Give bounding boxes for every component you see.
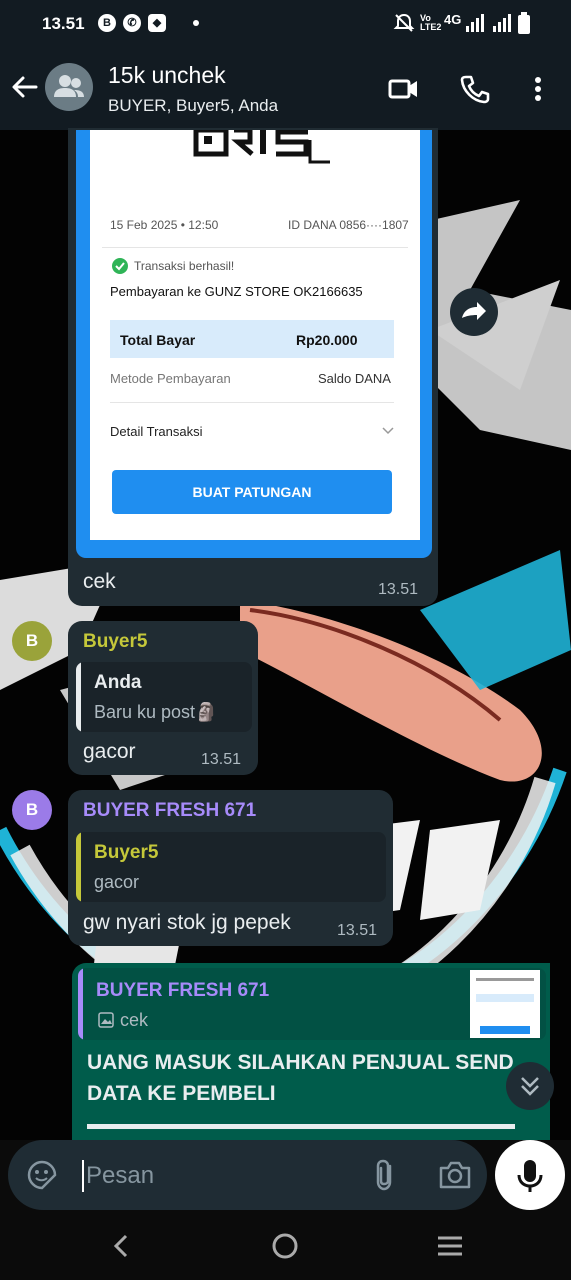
image-icon — [98, 1012, 114, 1028]
group-avatar[interactable] — [45, 63, 93, 111]
receipt-date: 15 Feb 2025 • 12:50 — [110, 218, 219, 232]
more-options-icon[interactable] — [521, 72, 555, 106]
total-value: Rp20.000 — [296, 332, 358, 348]
image-caption: cek — [83, 570, 116, 593]
back-arrow-icon[interactable] — [10, 72, 40, 102]
network-type: 4G — [444, 12, 462, 27]
message-text: UANG MASUK SILAHKAN PENJUAL SEND DATA KE… — [87, 1051, 514, 1105]
quote-bar — [78, 968, 83, 1040]
thumb-line — [476, 978, 534, 981]
quote-bar — [76, 662, 81, 732]
voice-message-button[interactable] — [495, 1140, 565, 1210]
b-notification-icon: B — [98, 14, 116, 32]
nav-back-icon[interactable] — [108, 1232, 136, 1260]
status-bar: 13.51 B ✆ ◆ Vo LTE2 4G — [0, 0, 571, 48]
divider — [110, 402, 394, 403]
quote-bar — [76, 832, 81, 902]
mute-bell-icon — [393, 13, 415, 32]
message-input[interactable] — [82, 1160, 342, 1192]
quoted-image-thumbnail — [470, 970, 540, 1038]
message-time: 13.51 — [337, 922, 378, 939]
thumb-button — [480, 1026, 530, 1034]
chat-title[interactable]: 15k unchek — [108, 62, 226, 89]
system-nav-bar — [0, 1210, 571, 1280]
voice-call-icon[interactable] — [458, 72, 492, 106]
notification-dot — [193, 20, 199, 26]
receipt-dana-id: ID DANA 0856····1807 — [288, 218, 409, 232]
chevron-down-icon — [382, 427, 394, 435]
sticker-icon[interactable] — [26, 1159, 58, 1191]
quoted-text: cek — [120, 1010, 149, 1030]
message-compose-bar — [8, 1140, 487, 1210]
chat-screen: 13.51 B ✆ ◆ Vo LTE2 4G 15k unchek BUYER,… — [0, 0, 571, 1280]
thumb-row — [476, 994, 534, 1002]
signal-icon-1 — [466, 14, 484, 32]
quoted-message[interactable]: BUYER FRESH 671 cek — [78, 968, 546, 1040]
quoted-text: Baru ku post🗿 — [94, 702, 218, 722]
message-time: 13.51 — [378, 581, 419, 598]
status-time: 13.51 — [42, 14, 85, 33]
receipt-status: Transaksi berhasil! — [134, 259, 235, 273]
payment-receipt-image[interactable]: 15 Feb 2025 • 12:50 ID DANA 0856····1807… — [76, 130, 432, 558]
quoted-sender: Anda — [94, 672, 142, 693]
total-label: Total Bayar — [120, 332, 196, 348]
quoted-text: gacor — [94, 872, 140, 892]
message-time: 13.51 — [201, 751, 242, 768]
quoted-sender: BUYER FRESH 671 — [96, 980, 270, 1001]
sender-name[interactable]: Buyer5 — [83, 631, 147, 653]
scroll-to-bottom-button[interactable] — [506, 1062, 554, 1110]
detail-label: Detail Transaksi — [110, 424, 203, 439]
buat-patungan-button: BUAT PATUNGAN — [112, 470, 392, 514]
message-text: gacor — [83, 740, 136, 763]
receipt-card: 15 Feb 2025 • 12:50 ID DANA 0856····1807… — [90, 130, 420, 540]
whatsapp-notification-icon: ✆ — [123, 14, 141, 32]
group-icon — [54, 75, 84, 97]
forward-icon — [462, 302, 486, 320]
app-notification-icon: ◆ — [148, 14, 166, 32]
quoted-message[interactable]: Buyer5 gacor — [76, 832, 386, 902]
success-check-icon — [112, 258, 128, 274]
battery-icon — [518, 12, 530, 34]
divider — [102, 247, 408, 248]
qris-logo — [193, 130, 330, 164]
method-value: Saldo DANA — [318, 371, 391, 386]
attach-icon[interactable] — [370, 1158, 400, 1192]
video-call-icon[interactable] — [386, 72, 420, 106]
chat-participants[interactable]: BUYER, Buyer5, Anda — [108, 96, 278, 116]
camera-icon[interactable] — [438, 1160, 472, 1190]
microphone-icon — [517, 1160, 543, 1192]
sender-avatar[interactable]: B — [12, 621, 52, 661]
sender-name[interactable]: BUYER FRESH 671 — [83, 800, 256, 822]
volte-indicator: Vo LTE2 — [420, 13, 442, 32]
message-underline — [87, 1124, 515, 1129]
quoted-sender: Buyer5 — [94, 842, 159, 863]
sender-avatar[interactable]: B — [12, 790, 52, 830]
message-text: gw nyari stok jg pepek — [83, 911, 291, 934]
double-chevron-down-icon — [521, 1077, 539, 1096]
signal-icon-2 — [493, 14, 511, 32]
nav-menu-icon[interactable] — [436, 1232, 464, 1260]
chat-header: 15k unchek BUYER, Buyer5, Anda — [0, 48, 571, 130]
receipt-payee: Pembayaran ke GUNZ STORE OK2166635 — [110, 284, 363, 299]
method-label: Metode Pembayaran — [110, 371, 231, 386]
forward-button[interactable] — [450, 288, 498, 336]
nav-home-icon[interactable] — [271, 1232, 299, 1260]
quoted-message[interactable]: Anda Baru ku post🗿 — [76, 662, 252, 732]
